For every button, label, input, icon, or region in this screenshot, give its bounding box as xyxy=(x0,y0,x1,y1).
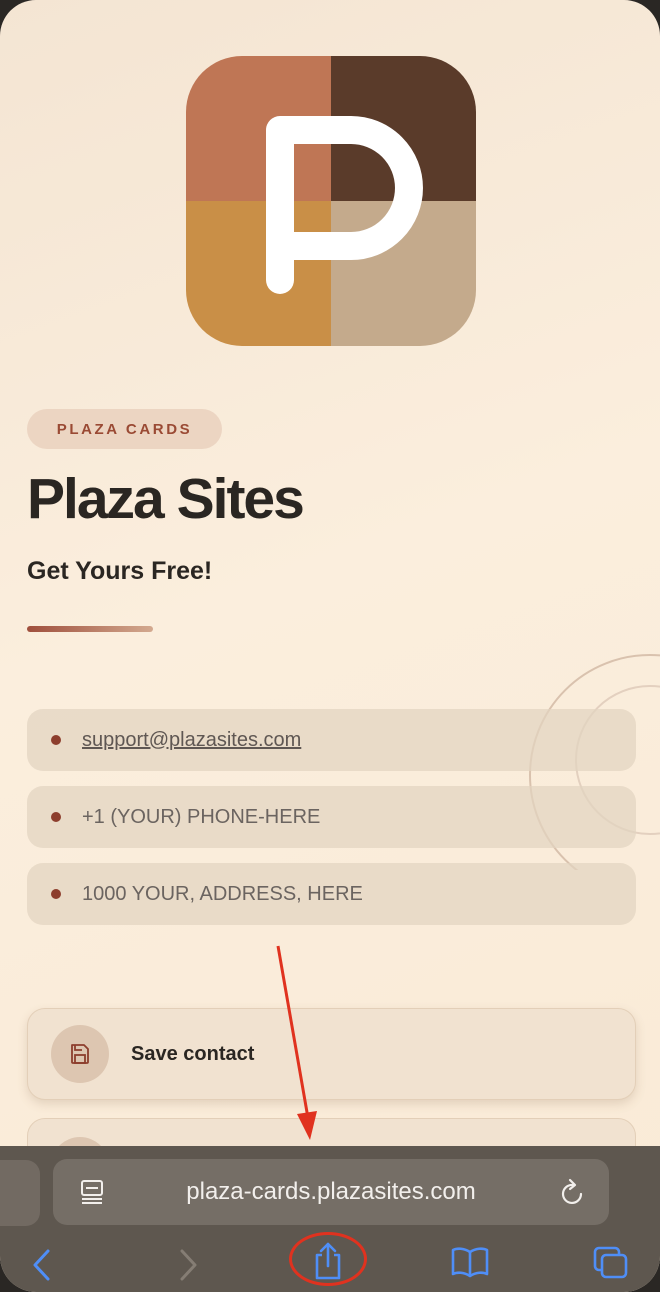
share-highlight-circle xyxy=(289,1232,367,1286)
forward-icon[interactable] xyxy=(176,1248,200,1282)
plaza-logo xyxy=(186,56,476,346)
url-text: plaza-cards.plazasites.com xyxy=(186,1178,476,1205)
bullet-icon xyxy=(51,735,61,745)
accent-divider xyxy=(27,626,153,632)
save-contact-label: Save contact xyxy=(131,1042,255,1065)
phone-row[interactable]: +1 (YOUR) PHONE-HERE xyxy=(27,786,636,848)
save-contact-button[interactable]: Save contact xyxy=(27,1008,636,1100)
reader-icon[interactable] xyxy=(79,1179,105,1205)
page-title: Plaza Sites xyxy=(27,467,305,531)
bullet-icon xyxy=(51,889,61,899)
floppy-disk-icon xyxy=(71,1044,89,1064)
save-icon-circle xyxy=(51,1025,109,1083)
tabs-icon[interactable] xyxy=(592,1245,630,1281)
email-link[interactable]: support@plazasites.com xyxy=(82,729,301,752)
phone-screen: PLAZA CARDS Plaza Sites Get Yours Free! … xyxy=(0,0,660,1292)
bullet-icon xyxy=(51,812,61,822)
p-letter-icon xyxy=(266,116,423,294)
brand-badge: PLAZA CARDS xyxy=(27,409,222,449)
page-subtitle: Get Yours Free! xyxy=(27,557,213,585)
back-icon[interactable] xyxy=(30,1248,54,1282)
address-bar[interactable]: plaza-cards.plazasites.com xyxy=(53,1159,609,1225)
bookmarks-icon[interactable] xyxy=(450,1246,490,1278)
previous-tab-preview[interactable] xyxy=(0,1160,40,1226)
address-row[interactable]: 1000 YOUR, ADDRESS, HERE xyxy=(27,863,636,925)
reload-icon[interactable] xyxy=(559,1177,587,1207)
email-row[interactable]: support@plazasites.com xyxy=(27,709,636,771)
phone-text: +1 (YOUR) PHONE-HERE xyxy=(82,805,321,828)
address-text: 1000 YOUR, ADDRESS, HERE xyxy=(82,882,363,905)
safari-bottom-bar: plaza-cards.plazasites.com xyxy=(0,1146,660,1292)
